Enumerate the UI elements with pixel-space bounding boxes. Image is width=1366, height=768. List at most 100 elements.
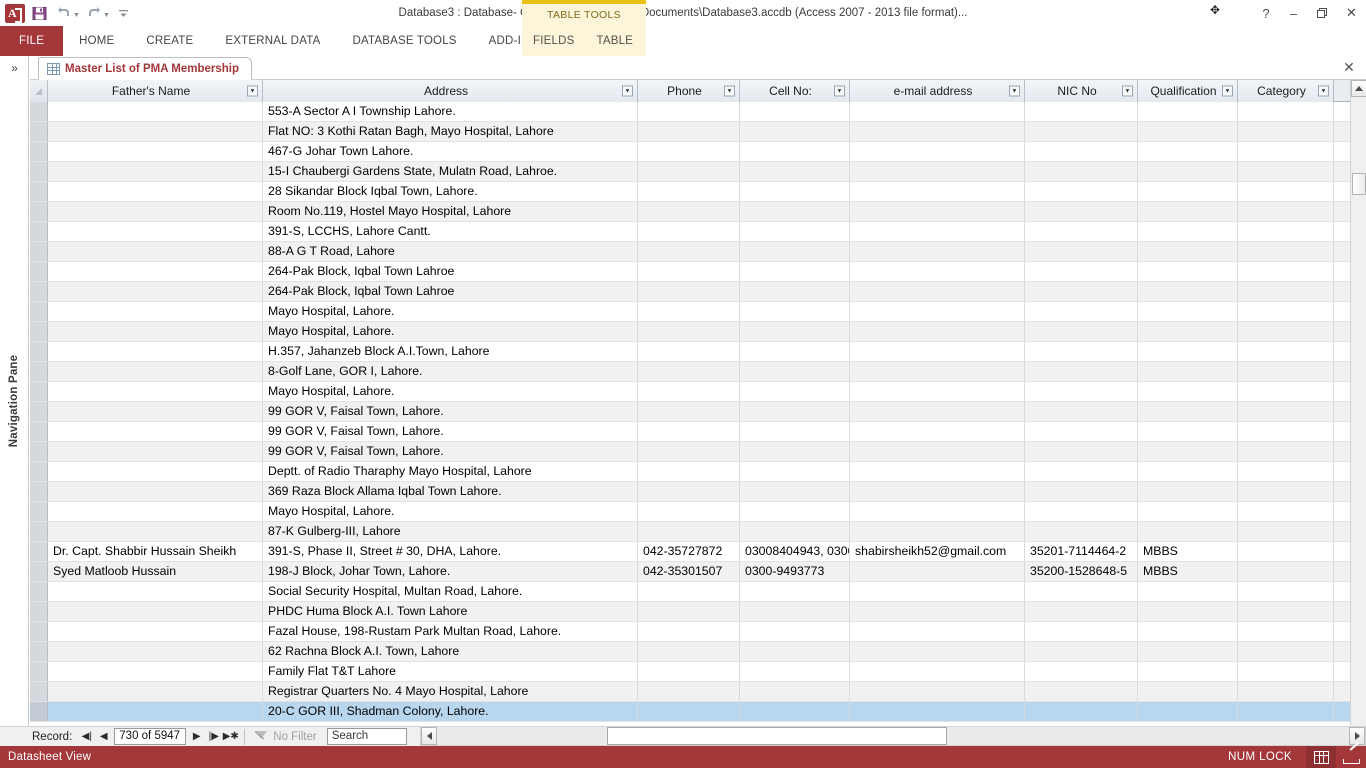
cell-phone[interactable] bbox=[638, 122, 740, 141]
cell-email[interactable] bbox=[850, 642, 1025, 661]
row-selector[interactable] bbox=[30, 182, 48, 201]
row-selector[interactable] bbox=[30, 562, 48, 581]
cell-email[interactable] bbox=[850, 502, 1025, 521]
cell-category[interactable] bbox=[1238, 702, 1334, 721]
scroll-up-button[interactable] bbox=[1351, 80, 1366, 97]
table-row[interactable]: PHDC Huma Block A.I. Town Lahore bbox=[30, 602, 1366, 622]
cell-qualification[interactable] bbox=[1138, 322, 1238, 341]
table-row[interactable]: Family Flat T&T Lahore bbox=[30, 662, 1366, 682]
column-header-qualification[interactable]: Qualification ▼ bbox=[1138, 80, 1238, 102]
row-selector[interactable] bbox=[30, 222, 48, 241]
cell-fathers_name[interactable]: Syed Matloob Hussain bbox=[48, 562, 263, 581]
table-row[interactable]: Mayo Hospital, Lahore. bbox=[30, 502, 1366, 522]
cell-category[interactable] bbox=[1238, 522, 1334, 541]
cell-phone[interactable] bbox=[638, 182, 740, 201]
table-row[interactable]: 264-Pak Block, Iqbal Town Lahroe bbox=[30, 262, 1366, 282]
help-button[interactable]: ? bbox=[1253, 0, 1279, 26]
cell-fathers_name[interactable] bbox=[48, 202, 263, 221]
cell-qualification[interactable]: MBBS bbox=[1138, 542, 1238, 561]
cell-address[interactable]: 553-A Sector A I Township Lahore. bbox=[263, 102, 638, 121]
cell-phone[interactable] bbox=[638, 402, 740, 421]
cell-fathers_name[interactable]: Dr. Capt. Shabbir Hussain Sheikh bbox=[48, 542, 263, 561]
cell-nic_no[interactable] bbox=[1025, 262, 1138, 281]
cell-qualification[interactable] bbox=[1138, 702, 1238, 721]
cell-address[interactable]: H.357, Jahanzeb Block A.I.Town, Lahore bbox=[263, 342, 638, 361]
cell-qualification[interactable] bbox=[1138, 242, 1238, 261]
table-row[interactable]: Mayo Hospital, Lahore. bbox=[30, 302, 1366, 322]
cell-address[interactable]: Deptt. of Radio Tharaphy Mayo Hospital, … bbox=[263, 462, 638, 481]
table-row[interactable]: Flat NO: 3 Kothi Ratan Bagh, Mayo Hospit… bbox=[30, 122, 1366, 142]
cell-cell_no[interactable]: 03008404943, 0300 bbox=[740, 542, 850, 561]
cell-fathers_name[interactable] bbox=[48, 242, 263, 261]
row-selector[interactable] bbox=[30, 362, 48, 381]
table-row[interactable]: 99 GOR V, Faisal Town, Lahore. bbox=[30, 442, 1366, 462]
cell-nic_no[interactable] bbox=[1025, 282, 1138, 301]
cell-fathers_name[interactable] bbox=[48, 642, 263, 661]
tab-external-data[interactable]: EXTERNAL DATA bbox=[209, 26, 336, 56]
previous-record-button[interactable]: ◀ bbox=[95, 728, 112, 745]
redo-icon[interactable] bbox=[83, 2, 105, 24]
cell-address[interactable]: 369 Raza Block Allama Iqbal Town Lahore. bbox=[263, 482, 638, 501]
column-header-email[interactable]: e-mail address ▼ bbox=[850, 80, 1025, 102]
cell-address[interactable]: Registrar Quarters No. 4 Mayo Hospital, … bbox=[263, 682, 638, 701]
row-selector[interactable] bbox=[30, 162, 48, 181]
row-selector[interactable] bbox=[30, 622, 48, 641]
row-selector[interactable] bbox=[30, 602, 48, 621]
table-row[interactable]: 28 Sikandar Block Iqbal Town, Lahore. bbox=[30, 182, 1366, 202]
cell-email[interactable] bbox=[850, 582, 1025, 601]
tab-file[interactable]: FILE bbox=[0, 26, 64, 56]
cell-address[interactable]: 264-Pak Block, Iqbal Town Lahroe bbox=[263, 282, 638, 301]
cell-fathers_name[interactable] bbox=[48, 182, 263, 201]
cell-qualification[interactable] bbox=[1138, 282, 1238, 301]
table-row[interactable]: 62 Rachna Block A.I. Town, Lahore bbox=[30, 642, 1366, 662]
horizontal-scrollbar-thumb[interactable] bbox=[607, 727, 947, 745]
row-selector[interactable] bbox=[30, 302, 48, 321]
cell-nic_no[interactable] bbox=[1025, 502, 1138, 521]
cell-category[interactable] bbox=[1238, 422, 1334, 441]
cell-cell_no[interactable] bbox=[740, 102, 850, 121]
cell-nic_no[interactable]: 35201-7114464-2 bbox=[1025, 542, 1138, 561]
close-button[interactable]: ✕ bbox=[1337, 0, 1366, 26]
table-row[interactable]: Dr. Capt. Shabbir Hussain Sheikh 391-S, P… bbox=[30, 542, 1366, 562]
cell-category[interactable] bbox=[1238, 342, 1334, 361]
table-row[interactable]: Syed Matloob Hussain 198-J Block, Johar T… bbox=[30, 562, 1366, 582]
cell-fathers_name[interactable] bbox=[48, 402, 263, 421]
cell-fathers_name[interactable] bbox=[48, 282, 263, 301]
cell-qualification[interactable] bbox=[1138, 622, 1238, 641]
column-filter-caret-icon[interactable]: ▼ bbox=[834, 85, 845, 97]
horizontal-scrollbar[interactable] bbox=[420, 726, 1366, 746]
table-row[interactable]: 99 GOR V, Faisal Town, Lahore. bbox=[30, 402, 1366, 422]
row-selector[interactable] bbox=[30, 122, 48, 141]
cell-email[interactable] bbox=[850, 382, 1025, 401]
cell-fathers_name[interactable] bbox=[48, 102, 263, 121]
table-row[interactable]: Social Security Hospital, Multan Road, L… bbox=[30, 582, 1366, 602]
cell-fathers_name[interactable] bbox=[48, 442, 263, 461]
cell-qualification[interactable] bbox=[1138, 202, 1238, 221]
cell-nic_no[interactable] bbox=[1025, 522, 1138, 541]
cell-category[interactable] bbox=[1238, 622, 1334, 641]
cell-email[interactable] bbox=[850, 182, 1025, 201]
cell-category[interactable] bbox=[1238, 542, 1334, 561]
cell-cell_no[interactable] bbox=[740, 342, 850, 361]
cell-address[interactable]: 87-K Gulberg-III, Lahore bbox=[263, 522, 638, 541]
table-row[interactable]: Fazal House, 198-Rustam Park Multan Road… bbox=[30, 622, 1366, 642]
cell-fathers_name[interactable] bbox=[48, 622, 263, 641]
table-row[interactable]: Registrar Quarters No. 4 Mayo Hospital, … bbox=[30, 682, 1366, 702]
cell-nic_no[interactable] bbox=[1025, 602, 1138, 621]
first-record-button[interactable]: ◀| bbox=[78, 728, 95, 745]
cell-address[interactable]: 99 GOR V, Faisal Town, Lahore. bbox=[263, 442, 638, 461]
cell-phone[interactable] bbox=[638, 522, 740, 541]
cell-category[interactable] bbox=[1238, 442, 1334, 461]
cell-cell_no[interactable] bbox=[740, 382, 850, 401]
cell-phone[interactable] bbox=[638, 482, 740, 501]
cell-qualification[interactable] bbox=[1138, 162, 1238, 181]
cell-qualification[interactable] bbox=[1138, 602, 1238, 621]
cell-nic_no[interactable] bbox=[1025, 482, 1138, 501]
row-selector[interactable] bbox=[30, 542, 48, 561]
redo-group[interactable]: ▼ bbox=[83, 2, 110, 24]
cell-email[interactable] bbox=[850, 622, 1025, 641]
cell-address[interactable]: 99 GOR V, Faisal Town, Lahore. bbox=[263, 422, 638, 441]
row-selector[interactable] bbox=[30, 522, 48, 541]
filter-toggle-button[interactable]: No Filter bbox=[254, 730, 317, 743]
cell-category[interactable] bbox=[1238, 362, 1334, 381]
